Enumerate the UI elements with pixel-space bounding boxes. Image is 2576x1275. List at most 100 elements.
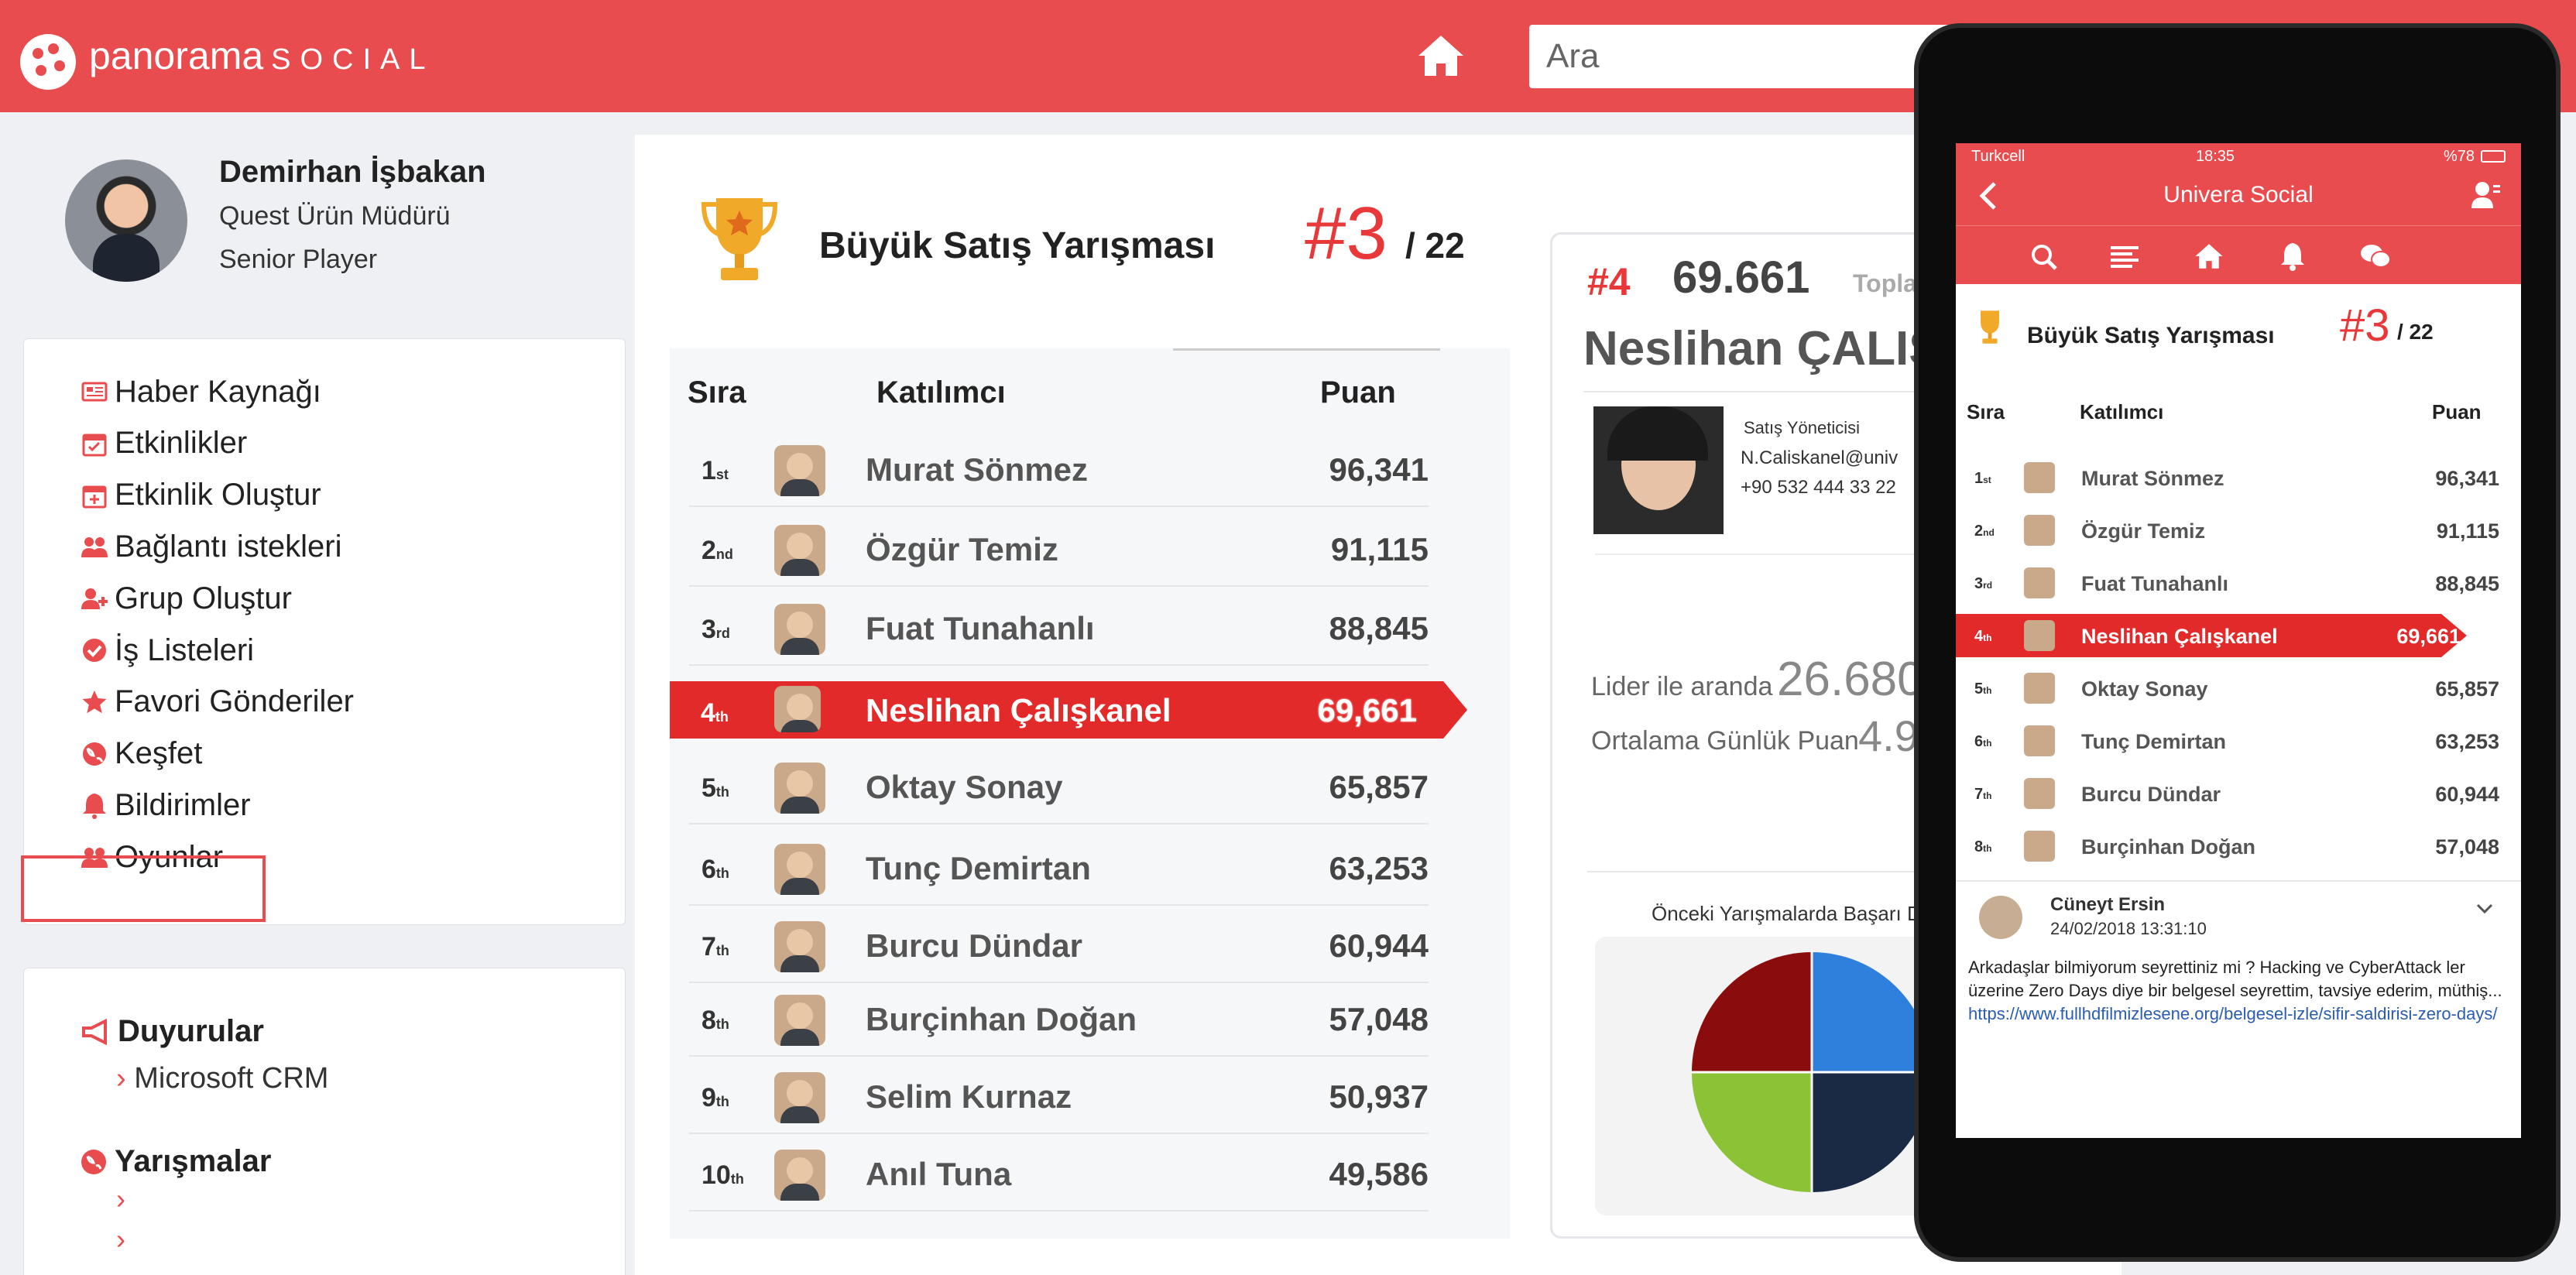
table-row[interactable]: 2nd Özgür Temiz 91,115 [681,509,1429,587]
points-cell: 63,253 [2435,730,2499,753]
home-icon[interactable] [1417,34,1465,77]
post-author-avatar[interactable] [1979,896,2022,939]
participant-name[interactable]: Neslihan Çalışkanel [2081,625,2278,649]
points-cell: 88,845 [2435,572,2499,595]
participant-photo[interactable] [774,844,825,895]
participant-photo[interactable] [2024,567,2055,598]
contest-link[interactable]: › [116,1223,125,1256]
table-row[interactable]: 7th Burcu Dündar 60,944 [681,906,1429,983]
points-cell: 49,586 [1329,1156,1429,1192]
chat-icon[interactable] [2360,243,2391,269]
avatar[interactable] [65,159,187,282]
participant-photo[interactable] [774,445,825,496]
phone-row[interactable]: 1st Murat Sönmez 96,341 [1956,451,2521,506]
table-row[interactable]: 3rd Fuat Tunahanlı 88,845 [681,588,1429,666]
home-icon[interactable] [2194,243,2224,269]
points-cell: 50,937 [1329,1078,1429,1115]
post-author[interactable]: Cüneyt Ersin [2050,894,2165,916]
participant-photo[interactable] [2024,831,2055,862]
points-cell: 65,857 [2435,677,2499,701]
participant-name[interactable]: Murat Sönmez [866,451,1088,488]
participant-name[interactable]: Oktay Sonay [866,769,1062,806]
participant-name[interactable]: Burçinhan Doğan [866,1001,1137,1038]
globe-icon [83,742,106,766]
detail-email[interactable]: N.Caliskanel@univ [1741,447,1898,469]
contests-heading[interactable]: Yarışmalar [81,1144,271,1179]
row-divider [689,823,1429,824]
participant-photo[interactable] [774,686,821,732]
profile-name[interactable]: Demirhan İşbakan [219,155,486,190]
participant-photo[interactable] [2024,462,2055,493]
participant-photo[interactable] [774,995,825,1046]
participant-name[interactable]: Murat Sönmez [2081,467,2224,491]
participant-name[interactable]: Anıl Tuna [866,1156,1011,1193]
sidebar-item-1[interactable]: Haber Kaynağı [81,368,321,415]
participant-photo[interactable] [774,1072,825,1123]
chevron-down-icon[interactable] [2476,903,2493,914]
phone-row[interactable]: 2nd Özgür Temiz 91,115 [1956,504,2521,558]
participant-name[interactable]: Tunç Demirtan [2081,730,2226,754]
rank-cell: 6th [701,855,729,884]
sidebar-item-7[interactable]: Favori Gönderiler [81,679,354,725]
participant-name[interactable]: Burcu Dündar [866,927,1082,965]
participant-name[interactable]: Özgür Temiz [866,531,1058,568]
table-row[interactable]: 10th Anıl Tuna 49,586 [681,1134,1429,1212]
logo-text[interactable]: panorama SOCIAL [89,33,435,83]
participant-photo[interactable] [774,604,825,655]
sidebar-item-8[interactable]: Keşfet [81,731,202,777]
phone-row[interactable]: 7th Burcu Dündar 60,944 [1956,767,2521,821]
past-success-pie-chart [1692,952,1932,1192]
table-row[interactable]: 6th Tunç Demirtan 63,253 [681,828,1429,906]
participant-name[interactable]: Oktay Sonay [2081,677,2208,701]
phone-row[interactable]: 3rd Fuat Tunahanlı 88,845 [1956,557,2521,611]
phone-row-current-user[interactable]: 4th Neslihan Çalışkanel 69,661 [1956,609,2521,663]
participant-name[interactable]: Özgür Temiz [2081,519,2205,543]
table-row[interactable]: 5th Oktay Sonay 65,857 [681,747,1429,824]
announcements-heading[interactable]: Duyurular [81,1014,264,1049]
participant-name[interactable]: Tunç Demirtan [866,850,1091,887]
contest-link[interactable]: › [116,1183,125,1215]
announcement-link[interactable]: › Microsoft CRM [116,1062,328,1095]
sidebar-item-6[interactable]: İş Listeleri [81,627,254,673]
participant-name[interactable]: Neslihan Çalışkanel [866,692,1171,729]
column-header-rank: Sıra [688,375,746,410]
search-icon[interactable] [2030,243,2058,271]
participant-name[interactable]: Selim Kurnaz [866,1078,1072,1116]
phone-row[interactable]: 5th Oktay Sonay 65,857 [1956,662,2521,716]
sidebar-item-4[interactable]: Bağlantı istekleri [81,523,341,570]
sidebar-item-5[interactable]: Grup Oluştur [81,575,292,622]
participant-photo[interactable] [774,921,825,972]
participant-photo[interactable] [2024,725,2055,756]
participant-name[interactable]: Fuat Tunahanlı [866,610,1095,647]
participant-photo[interactable] [2024,515,2055,546]
table-row[interactable]: 1st Murat Sönmez 96,341 [681,430,1429,507]
participant-name[interactable]: Burcu Dündar [2081,783,2221,807]
participant-name[interactable]: Burçinhan Doğan [2081,835,2255,859]
participant-photo[interactable] [774,763,825,814]
participant-photo[interactable] [774,525,825,576]
participant-photo[interactable] [2024,620,2055,651]
phone-content: Büyük Satış Yarışması #3 / 22 Sıra Katıl… [1956,284,2521,1138]
post-link[interactable]: https://www.fullhdfilmizlesene.org/belge… [1968,1004,2497,1023]
participant-photo[interactable] [2024,778,2055,809]
table-row[interactable]: 9th Selim Kurnaz 50,937 [681,1057,1429,1134]
sidebar-item-label: Bağlantı istekleri [115,529,342,564]
participant-name[interactable]: Fuat Tunahanlı [2081,572,2228,596]
feed-list-icon[interactable] [2111,245,2139,269]
logo-icon[interactable] [20,34,76,90]
table-row[interactable]: 8th Burçinhan Doğan 57,048 [681,979,1429,1057]
pie-slice-green [1692,1072,1812,1192]
selected-item-highlight [21,855,266,922]
calendar-plus-icon [82,485,107,509]
participant-photo[interactable] [774,1150,825,1201]
phone-row[interactable]: 8th Burçinhan Doğan 57,048 [1956,820,2521,874]
participant-photo[interactable] [2024,673,2055,704]
rank-cell: 6th [1974,733,1992,750]
table-row-current-user[interactable]: 4th Neslihan Çalışkanel 69,661 [670,681,1467,739]
bell-icon[interactable] [2279,242,2306,271]
detail-phone[interactable]: +90 532 444 33 22 [1741,477,1896,499]
sidebar-item-9[interactable]: Bildirimler [81,782,251,828]
phone-row[interactable]: 6th Tunç Demirtan 63,253 [1956,715,2521,769]
sidebar-item-2[interactable]: Etkinlikler [81,420,247,467]
sidebar-item-3[interactable]: Etkinlik Oluştur [81,472,321,519]
